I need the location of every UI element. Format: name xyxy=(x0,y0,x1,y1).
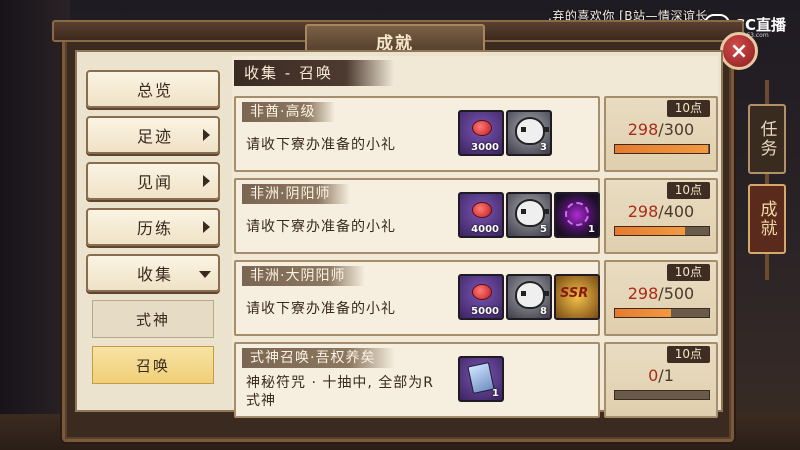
achievement-progress: 10点 298/500 xyxy=(604,260,718,336)
progress-current: 298 xyxy=(627,120,659,139)
progress-current: 298 xyxy=(627,284,659,303)
achievement-progress: 10点 298/400 xyxy=(604,178,718,254)
mystery-talisman-icon xyxy=(467,362,495,394)
progress-bar xyxy=(614,226,710,236)
achievement-row: 非酋·高级 请收下寮办准备的小礼 3000 3 10点 298/300 xyxy=(234,96,718,172)
reward-item[interactable]: 3 xyxy=(506,110,552,156)
red-bag-icon xyxy=(472,284,492,300)
achievement-desc: 神秘符咒 · 十抽中, 全部为R 式神 xyxy=(246,374,434,410)
progress-bar xyxy=(614,390,710,400)
achievement-card: 非洲·大阴阳师 请收下寮办准备的小礼 5000 8 SSR xyxy=(234,260,600,336)
achievement-row: 非洲·阴阳师 请收下寮办准备的小礼 4000 5 1 10点 298/400 xyxy=(234,178,718,254)
tab-achievements[interactable]: 成就 xyxy=(748,184,786,254)
achievement-desc: 请收下寮办准备的小礼 xyxy=(246,219,396,235)
close-button[interactable]: × xyxy=(720,32,758,70)
nav-item-label: 历练 xyxy=(136,219,173,238)
progress-bar xyxy=(614,144,710,154)
daruma-icon xyxy=(515,199,549,227)
nav-item-label: 见闻 xyxy=(136,173,173,192)
reward-item[interactable]: 8 xyxy=(506,274,552,320)
reward-qty: 8 xyxy=(540,306,547,317)
progress-total: /1 xyxy=(658,366,674,385)
daruma-icon xyxy=(515,117,549,145)
achievement-progress: 10点 298/300 xyxy=(604,96,718,172)
background-left xyxy=(0,0,70,450)
progress-fill xyxy=(615,227,686,235)
points-badge: 10点 xyxy=(666,100,710,117)
reward-qty: 5000 xyxy=(471,306,499,317)
sub-item-summon[interactable]: 召唤 xyxy=(92,346,214,384)
progress-fill xyxy=(615,309,672,317)
reward-item[interactable]: SSR xyxy=(554,274,600,320)
progress-bar xyxy=(614,308,710,318)
achievement-card: 非洲·阴阳师 请收下寮办准备的小礼 4000 5 1 xyxy=(234,178,600,254)
reward-item[interactable]: 5000 xyxy=(458,274,504,320)
nav-item-label: 总览 xyxy=(136,81,173,100)
achievement-name: 式神召唤·吾权养矣 xyxy=(242,348,396,368)
section-header: 收集 - 召唤 xyxy=(234,60,394,86)
achievement-card: 非酋·高级 请收下寮办准备的小礼 3000 3 xyxy=(234,96,600,172)
achievement-name: 非酋·高级 xyxy=(242,102,336,122)
achievement-name: 非洲·阴阳师 xyxy=(242,184,351,204)
achievement-card: 式神召唤·吾权养矣 神秘符咒 · 十抽中, 全部为R 式神 1 xyxy=(234,342,600,418)
progress-count: 0/1 xyxy=(606,366,716,385)
reward-item[interactable]: 4000 xyxy=(458,192,504,238)
progress-total: /400 xyxy=(658,202,695,221)
points-badge: 10点 xyxy=(666,182,710,199)
chevron-down-icon xyxy=(199,271,211,278)
nav-item-training[interactable]: 历练 xyxy=(86,208,220,246)
ssr-badge-icon: SSR xyxy=(560,286,589,301)
reward-qty: 1 xyxy=(588,224,595,235)
chevron-right-icon xyxy=(203,129,210,141)
mystic-orb-icon xyxy=(565,202,589,226)
achievement-desc-line: 神秘符咒 · 十抽中, 全部为R xyxy=(246,375,434,391)
chevron-right-icon xyxy=(203,175,210,187)
reward-item[interactable]: 3000 xyxy=(458,110,504,156)
tab-tasks[interactable]: 任务 xyxy=(748,104,786,174)
progress-total: /300 xyxy=(658,120,695,139)
progress-count: 298/400 xyxy=(606,202,716,221)
achievement-progress: 10点 0/1 xyxy=(604,342,718,418)
progress-total: /500 xyxy=(658,284,695,303)
reward-qty: 1 xyxy=(492,388,499,399)
nav-item-collection[interactable]: 收集 xyxy=(86,254,220,292)
progress-count: 298/300 xyxy=(606,120,716,139)
points-badge: 10点 xyxy=(666,264,710,281)
achievement-row: 式神召唤·吾权养矣 神秘符咒 · 十抽中, 全部为R 式神 1 10点 0/1 xyxy=(234,342,718,418)
red-bag-icon xyxy=(472,120,492,136)
nav-item-knowledge[interactable]: 见闻 xyxy=(86,162,220,200)
chevron-right-icon xyxy=(203,221,210,233)
nav-item-overview[interactable]: 总览 xyxy=(86,70,220,108)
reward-item[interactable]: 1 xyxy=(554,192,600,238)
progress-fill xyxy=(615,145,709,153)
red-bag-icon xyxy=(472,202,492,218)
achievement-name: 非洲·大阴阳师 xyxy=(242,266,366,286)
reward-qty: 4000 xyxy=(471,224,499,235)
reward-qty: 5 xyxy=(540,224,547,235)
achievement-desc: 请收下寮办准备的小礼 xyxy=(246,301,396,317)
reward-qty: 3 xyxy=(540,142,547,153)
achievement-desc: 请收下寮办准备的小礼 xyxy=(246,137,396,153)
points-badge: 10点 xyxy=(666,346,710,363)
progress-current: 298 xyxy=(627,202,659,221)
reward-item[interactable]: 1 xyxy=(458,356,504,402)
progress-count: 298/500 xyxy=(606,284,716,303)
progress-current: 0 xyxy=(648,366,659,385)
nav-item-label: 足迹 xyxy=(136,127,173,146)
achievement-row: 非洲·大阴阳师 请收下寮办准备的小礼 5000 8 SSR 10点 298/50… xyxy=(234,260,718,336)
sub-item-shikigami[interactable]: 式神 xyxy=(92,300,214,338)
close-icon: × xyxy=(729,38,749,64)
reward-item[interactable]: 5 xyxy=(506,192,552,238)
daruma-icon xyxy=(515,281,549,309)
nav-item-footprints[interactable]: 足迹 xyxy=(86,116,220,154)
achievement-desc-line: 式神 xyxy=(246,393,276,409)
reward-qty: 3000 xyxy=(471,142,499,153)
